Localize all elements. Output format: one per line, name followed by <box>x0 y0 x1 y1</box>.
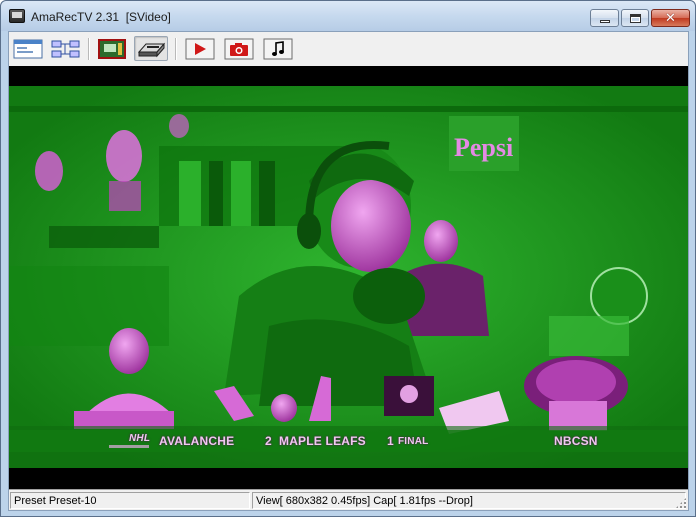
window-title: AmaRecTV 2.31 [SVideo] <box>31 10 171 24</box>
capture-card-icon <box>137 42 166 57</box>
minimize-button[interactable] <box>590 9 619 27</box>
video-scene: Pepsi <box>9 86 688 468</box>
window-icon <box>13 39 43 58</box>
music-note-icon <box>263 38 293 59</box>
maximize-button[interactable] <box>621 9 649 27</box>
app-icon[interactable] <box>9 9 25 23</box>
ticker-team2: MAPLE LEAFS <box>279 434 366 448</box>
snapshot-button[interactable] <box>222 36 256 61</box>
close-icon: ✕ <box>665 10 676 26</box>
client-area: Pepsi NHL AVALANCHE 2 MAPLE LEAFS 1 FINA… <box>8 31 689 511</box>
toolbar-separator <box>88 38 89 60</box>
maximize-icon <box>629 13 641 23</box>
device-card-icon <box>98 38 126 59</box>
minimize-icon <box>599 19 610 23</box>
video-preview[interactable]: Pepsi NHL AVALANCHE 2 MAPLE LEAFS 1 FINA… <box>9 66 688 489</box>
record-button[interactable] <box>183 36 217 61</box>
camera-icon <box>224 38 254 59</box>
toolbar-separator <box>175 38 176 60</box>
video-device-button[interactable] <box>95 36 129 61</box>
filter-graph-button[interactable] <box>49 36 83 61</box>
title-bar[interactable]: AmaRecTV 2.31 [SVideo] ✕ <box>1 1 695 31</box>
audio-button[interactable] <box>261 36 295 61</box>
pepsi-sign-text: Pepsi <box>454 133 513 162</box>
window-settings-button[interactable] <box>11 36 45 61</box>
status-bar: Preset Preset-10 View[ 680x382 0.45fps] … <box>9 489 688 510</box>
close-button[interactable]: ✕ <box>651 9 690 27</box>
ticker-score1: 2 <box>265 434 272 448</box>
capture-device-button[interactable] <box>134 36 168 61</box>
ticker-score2: 1 <box>387 434 394 448</box>
score-ticker: NHL AVALANCHE 2 MAPLE LEAFS 1 FINAL NBCS… <box>9 433 688 450</box>
graph-icon <box>51 40 80 57</box>
record-play-icon <box>185 38 215 59</box>
app-window: AmaRecTV 2.31 [SVideo] ✕ Pepsi NHL AVALA… <box>0 0 696 517</box>
toolbar <box>9 32 688 66</box>
ticker-league: NHL <box>129 433 151 444</box>
status-view-info: View[ 680x382 0.45fps] Cap[ 1.81fps --Dr… <box>252 492 686 509</box>
ticker-team1: AVALANCHE <box>159 434 235 448</box>
network-logo: NBCSN <box>554 434 598 448</box>
ticker-status: FINAL <box>398 436 429 447</box>
status-preset: Preset Preset-10 <box>10 492 250 509</box>
video-frame: Pepsi NHL AVALANCHE 2 MAPLE LEAFS 1 FINA… <box>9 86 688 468</box>
